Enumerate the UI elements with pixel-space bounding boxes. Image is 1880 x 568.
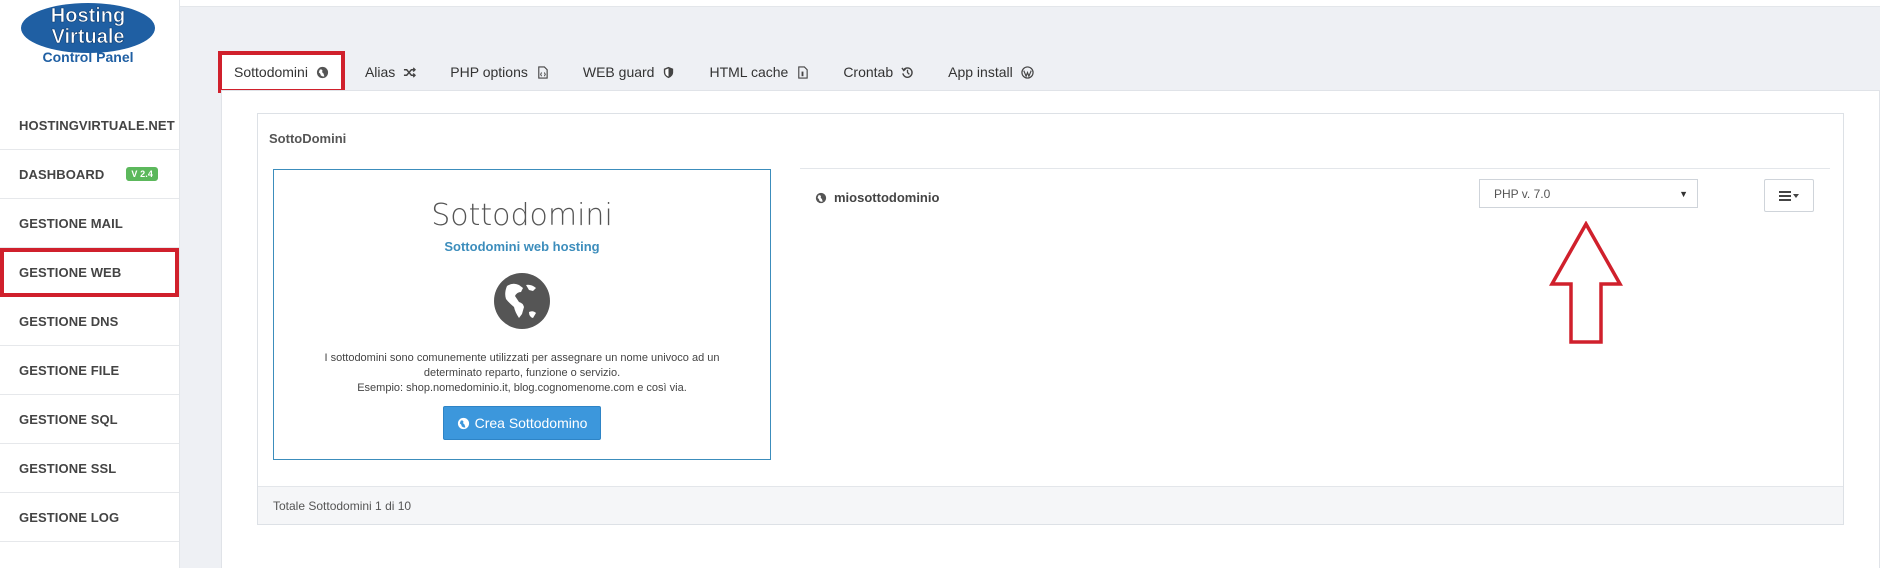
php-version-select[interactable]: PHP v. 7.0 ▼	[1479, 179, 1698, 208]
tab-app-install[interactable]: App install	[934, 51, 1048, 93]
file-icon	[798, 65, 809, 79]
sidebar-item-gestione-dns[interactable]: GESTIONE DNS	[0, 297, 179, 346]
row-divider	[800, 168, 1830, 169]
globe-americas-icon	[494, 273, 550, 329]
file-code-icon	[538, 65, 548, 79]
sidebar-item-label: DASHBOARD	[19, 166, 105, 182]
create-subdomain-label: Crea Sottodomino	[474, 415, 588, 431]
tab-label: PHP options	[450, 64, 528, 80]
info-description: I sottodomini sono comunemente utilizzat…	[302, 351, 742, 396]
tab-label: Sottodomini	[234, 64, 308, 80]
tab-bar: Sottodomini Alias PHP options WEB guard …	[218, 51, 1054, 93]
sidebar: Hosting Virtuale Control Panel HOSTINGVI…	[0, 0, 180, 568]
tab-sottodomini[interactable]: Sottodomini	[218, 51, 345, 93]
sidebar-item-gestione-sql[interactable]: GESTIONE SQL	[0, 395, 179, 444]
sidebar-item-dashboard[interactable]: DASHBOARD V 2.4	[0, 150, 179, 199]
shuffle-icon	[404, 66, 417, 78]
info-text-line: determinato reparto, funzione o servizio…	[423, 367, 621, 379]
sidebar-item-gestione-mail[interactable]: GESTIONE MAIL	[0, 199, 179, 248]
tab-php-options[interactable]: PHP options	[436, 51, 563, 93]
sidebar-item-label: GESTIONE LOG	[19, 509, 120, 525]
subdomain-name: miosottodominio	[834, 190, 940, 205]
main-area: Sottodomini Alias PHP options WEB guard …	[180, 6, 1880, 568]
hamburger-menu-icon	[1779, 190, 1799, 201]
create-subdomain-button[interactable]: Crea Sottodomino	[442, 406, 602, 440]
history-icon	[901, 66, 913, 78]
panel-footer: Totale Sottodomini 1 di 10	[258, 486, 1843, 524]
hosting-virtuale-logo[interactable]: Hosting Virtuale Control Panel	[20, 2, 160, 68]
tab-web-guard[interactable]: WEB guard	[569, 51, 690, 93]
subdomain-row: miosottodominio	[815, 190, 939, 205]
sidebar-item-gestione-file[interactable]: GESTIONE FILE	[0, 346, 179, 395]
sidebar-menu: HOSTINGVIRTUALE.NET DASHBOARD V 2.4 GEST…	[0, 101, 179, 542]
sidebar-item-hostingvirtuale[interactable]: HOSTINGVIRTUALE.NET	[0, 101, 179, 150]
info-subtitle: Sottodomini web hosting	[444, 239, 600, 254]
sidebar-item-label: HOSTINGVIRTUALE.NET	[19, 117, 175, 133]
sidebar-item-label: GESTIONE SSL	[19, 460, 117, 476]
tab-label: HTML cache	[709, 64, 789, 80]
sidebar-item-label: GESTIONE FILE	[19, 362, 120, 378]
tab-alias[interactable]: Alias	[351, 51, 430, 93]
tab-label: Alias	[364, 64, 396, 80]
info-text-line: Esempio: shop.nomedominio.it, blog.cogno…	[357, 382, 687, 394]
tab-html-cache[interactable]: HTML cache	[695, 51, 823, 93]
globe-icon	[815, 192, 827, 203]
version-badge: V 2.4	[126, 167, 158, 181]
sidebar-item-gestione-ssl[interactable]: GESTIONE SSL	[0, 444, 179, 493]
info-box: Sottodomini Sottodomini web hosting I so…	[273, 169, 771, 460]
sidebar-item-label: GESTIONE SQL	[19, 411, 118, 427]
info-text-line: I sottodomini sono comunemente utilizzat…	[324, 352, 720, 364]
sidebar-item-gestione-log[interactable]: GESTIONE LOG	[0, 493, 179, 542]
logo-text-1: Hosting	[51, 5, 125, 27]
logo-text-2: Virtuale	[52, 26, 125, 48]
tab-label: WEB guard	[582, 64, 655, 80]
wordpress-icon	[1021, 65, 1034, 79]
sidebar-item-label: GESTIONE WEB	[19, 264, 122, 280]
sidebar-item-label: GESTIONE MAIL	[19, 215, 123, 231]
caret-down-icon: ▼	[1679, 189, 1688, 199]
globe-icon	[457, 417, 469, 429]
shield-icon	[664, 66, 674, 78]
content-card: SottoDomini Sottodomini Sottodomini web …	[221, 90, 1880, 568]
tab-label: App install	[948, 64, 1013, 80]
sidebar-item-label: GESTIONE DNS	[19, 313, 119, 329]
tab-crontab[interactable]: Crontab	[829, 51, 928, 93]
annotation-arrow-up-icon	[1549, 221, 1623, 344]
info-title: Sottodomini	[431, 198, 613, 233]
subdomain-actions-button[interactable]	[1764, 179, 1814, 212]
sidebar-item-gestione-web[interactable]: GESTIONE WEB	[0, 248, 179, 297]
tab-label: Crontab	[843, 64, 894, 80]
globe-icon	[316, 66, 329, 78]
panel-title: SottoDomini	[269, 131, 347, 146]
php-version-value: PHP v. 7.0	[1494, 186, 1551, 201]
logo-text-3: Control Panel	[42, 49, 133, 65]
